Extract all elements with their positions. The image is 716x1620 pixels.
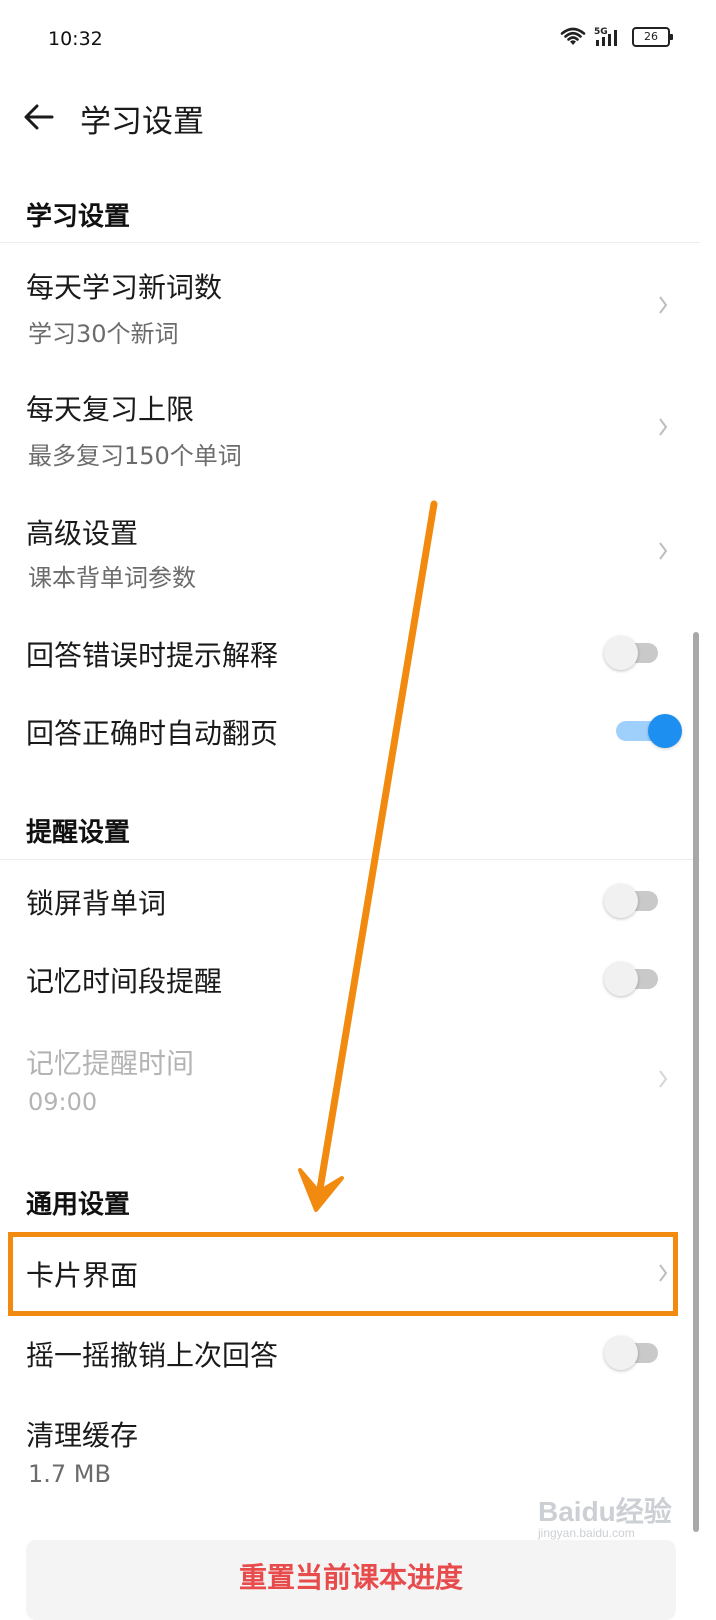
wifi-icon — [560, 27, 586, 45]
section-header-reminder: 提醒设置 — [26, 818, 131, 848]
section-header-general: 通用设置 — [26, 1190, 131, 1220]
setting-subtitle: 09:00 — [28, 1088, 98, 1116]
status-icons: 5G 26 — [560, 26, 673, 48]
chevron-right-icon — [659, 1070, 668, 1088]
setting-subtitle: 学习30个新词 — [28, 320, 179, 348]
setting-subtitle: 课本背单词参数 — [28, 564, 196, 592]
reset-progress-label: 重置当前课本进度 — [238, 1561, 463, 1594]
setting-memory-period-reminder: 记忆时间段提醒 — [0, 946, 700, 1014]
annotation-highlight-box — [8, 1232, 678, 1316]
setting-title: 清理缓存 — [26, 1419, 139, 1452]
toggle-switch[interactable] — [604, 636, 658, 670]
toggle-knob — [604, 962, 638, 996]
scrollbar[interactable] — [693, 632, 699, 1532]
toggle-knob — [604, 1336, 638, 1370]
watermark-sub: jingyan.baidu.com — [538, 1526, 635, 1540]
setting-auto-page-on-correct: 回答正确时自动翻页 — [0, 698, 700, 766]
setting-title: 每天复习上限 — [26, 393, 195, 426]
setting-title: 每天学习新词数 — [26, 271, 223, 304]
status-bar: 10:32 5G 26 — [0, 0, 716, 80]
setting-explain-on-wrong: 回答错误时提示解释 — [0, 620, 700, 688]
toggle-knob — [604, 884, 638, 918]
toggle-switch[interactable] — [604, 1336, 658, 1370]
chevron-right-icon — [659, 542, 668, 560]
setting-title: 记忆提醒时间 — [26, 1047, 195, 1080]
network-type-label: 5G — [594, 27, 608, 37]
chevron-right-icon — [659, 296, 668, 314]
page-title: 学习设置 — [80, 104, 204, 140]
setting-advanced[interactable]: 高级设置 课本背单词参数 — [0, 496, 700, 606]
setting-lockscreen-words: 锁屏背单词 — [0, 868, 700, 936]
setting-title: 锁屏背单词 — [26, 887, 167, 920]
setting-title: 摇一摇撤销上次回答 — [26, 1339, 279, 1372]
battery-icon: 26 — [632, 27, 673, 47]
setting-title: 回答正确时自动翻页 — [26, 717, 279, 750]
app-bar: 学习设置 — [0, 80, 716, 160]
toggle-switch[interactable] — [616, 714, 682, 748]
section-header-study: 学习设置 — [26, 202, 131, 232]
setting-title: 高级设置 — [26, 517, 139, 550]
watermark-logo: Baidu经验 jingyan.baidu.com — [538, 1490, 678, 1540]
divider — [0, 242, 700, 243]
divider — [0, 859, 700, 860]
setting-subtitle: 1.7 MB — [28, 1460, 111, 1488]
setting-subtitle: 最多复习150个单词 — [28, 442, 242, 470]
chevron-right-icon — [659, 418, 668, 436]
watermark-main: Baidu经验 — [538, 1496, 672, 1527]
battery-level: 26 — [644, 30, 658, 43]
setting-reminder-time: 记忆提醒时间 09:00 — [0, 1026, 700, 1136]
reset-progress-button[interactable]: 重置当前课本进度 — [26, 1540, 676, 1620]
toggle-switch[interactable] — [604, 962, 658, 996]
status-time: 10:32 — [48, 28, 103, 50]
setting-shake-undo: 摇一摇撤销上次回答 — [0, 1320, 700, 1388]
setting-title: 回答错误时提示解释 — [26, 639, 279, 672]
cellular-signal-icon: 5G — [594, 27, 617, 46]
arrow-left-icon[interactable] — [22, 100, 56, 134]
toggle-switch[interactable] — [604, 884, 658, 918]
setting-title: 记忆时间段提醒 — [26, 965, 223, 998]
toggle-knob — [604, 636, 638, 670]
setting-daily-new-words[interactable]: 每天学习新词数 学习30个新词 — [0, 250, 700, 360]
setting-daily-review-limit[interactable]: 每天复习上限 最多复习150个单词 — [0, 372, 700, 482]
toggle-knob — [648, 714, 682, 748]
